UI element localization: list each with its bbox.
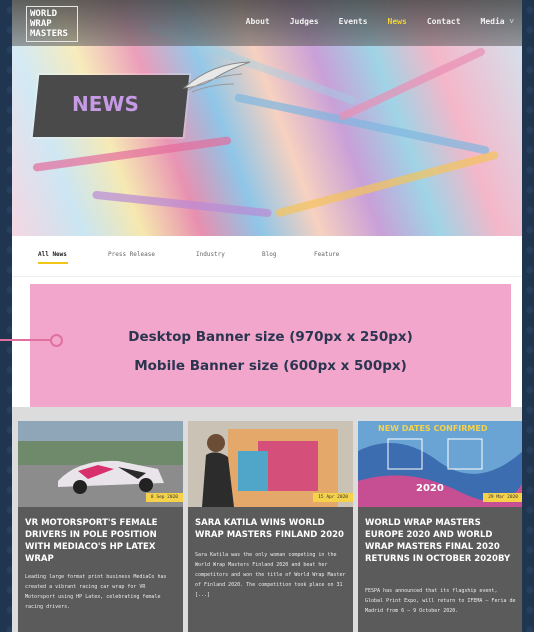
category-tabs: All News Press Release Industry Blog Fea… bbox=[12, 236, 522, 277]
tab-industry[interactable]: Industry bbox=[196, 251, 225, 258]
card-image-headline: NEW DATES CONFIRMED bbox=[378, 424, 488, 433]
card-excerpt: FESPA has announced that its flagship ev… bbox=[365, 588, 516, 614]
ad-banner-placeholder[interactable]: Desktop Banner size (970px x 250px) Mobi… bbox=[30, 284, 511, 407]
ad-pointer-line bbox=[0, 339, 56, 341]
news-card[interactable]: NEW DATES CONFIRMED 2020 29 Mar 2020 WOR… bbox=[358, 421, 522, 632]
news-card[interactable]: 15 Apr 2020 SARA KATILA WINS WORLD WRAP … bbox=[188, 421, 353, 632]
paint-streak bbox=[337, 46, 487, 122]
tab-feature[interactable]: Feature bbox=[314, 251, 339, 258]
card-date: 15 Apr 2020 bbox=[313, 493, 353, 502]
nav-contact[interactable]: Contact bbox=[427, 17, 461, 26]
card-excerpt: Leading large format print business Medi… bbox=[25, 574, 167, 610]
nav-news[interactable]: News bbox=[388, 17, 407, 26]
paint-streak bbox=[32, 136, 232, 172]
nav-about[interactable]: About bbox=[246, 17, 270, 26]
ad-desktop-size: Desktop Banner size (970px x 250px) bbox=[128, 329, 413, 345]
ad-pointer-dot bbox=[50, 334, 63, 347]
top-navigation-bar: WORLD WRAP MASTERS About Judges Events N… bbox=[12, 0, 522, 46]
paint-streak bbox=[92, 190, 272, 218]
card-date: 29 Mar 2020 bbox=[483, 493, 522, 502]
nav-judges[interactable]: Judges bbox=[290, 17, 319, 26]
card-title[interactable]: WORLD WRAP MASTERS EUROPE 2020 AND WORLD… bbox=[365, 517, 519, 565]
wing-icon bbox=[182, 61, 251, 93]
card-title[interactable]: VR MOTORSPORT'S FEMALE DRIVERS IN POLE P… bbox=[25, 517, 179, 565]
site-logo[interactable]: WORLD WRAP MASTERS bbox=[26, 6, 78, 42]
main-nav: About Judges Events News Contact Media ˅ bbox=[226, 17, 514, 26]
tab-press-release[interactable]: Press Release bbox=[108, 251, 155, 258]
ad-mobile-size: Mobile Banner size (600px x 500px) bbox=[134, 358, 407, 374]
tab-all-news[interactable]: All News bbox=[38, 251, 67, 258]
news-card[interactable]: 8 Sep 2020 VR MOTORSPORT'S FEMALE DRIVER… bbox=[18, 421, 183, 632]
card-image-year: 2020 bbox=[416, 483, 444, 494]
paint-streak bbox=[274, 150, 500, 218]
nav-media-dropdown[interactable]: Media ˅ bbox=[481, 17, 514, 26]
hero-banner: WORLD WRAP MASTERS About Judges Events N… bbox=[12, 0, 522, 236]
card-title[interactable]: SARA KATILA WINS WORLD WRAP MASTERS FINL… bbox=[195, 517, 349, 541]
nav-events[interactable]: Events bbox=[339, 17, 368, 26]
card-date: 8 Sep 2020 bbox=[145, 493, 183, 502]
card-excerpt: Sara Katila was the only woman competing… bbox=[195, 552, 346, 598]
page-title: NEWS bbox=[72, 92, 139, 116]
tab-blog[interactable]: Blog bbox=[262, 251, 276, 258]
browser-content: WORLD WRAP MASTERS About Judges Events N… bbox=[12, 0, 522, 632]
active-tab-indicator bbox=[38, 262, 68, 264]
